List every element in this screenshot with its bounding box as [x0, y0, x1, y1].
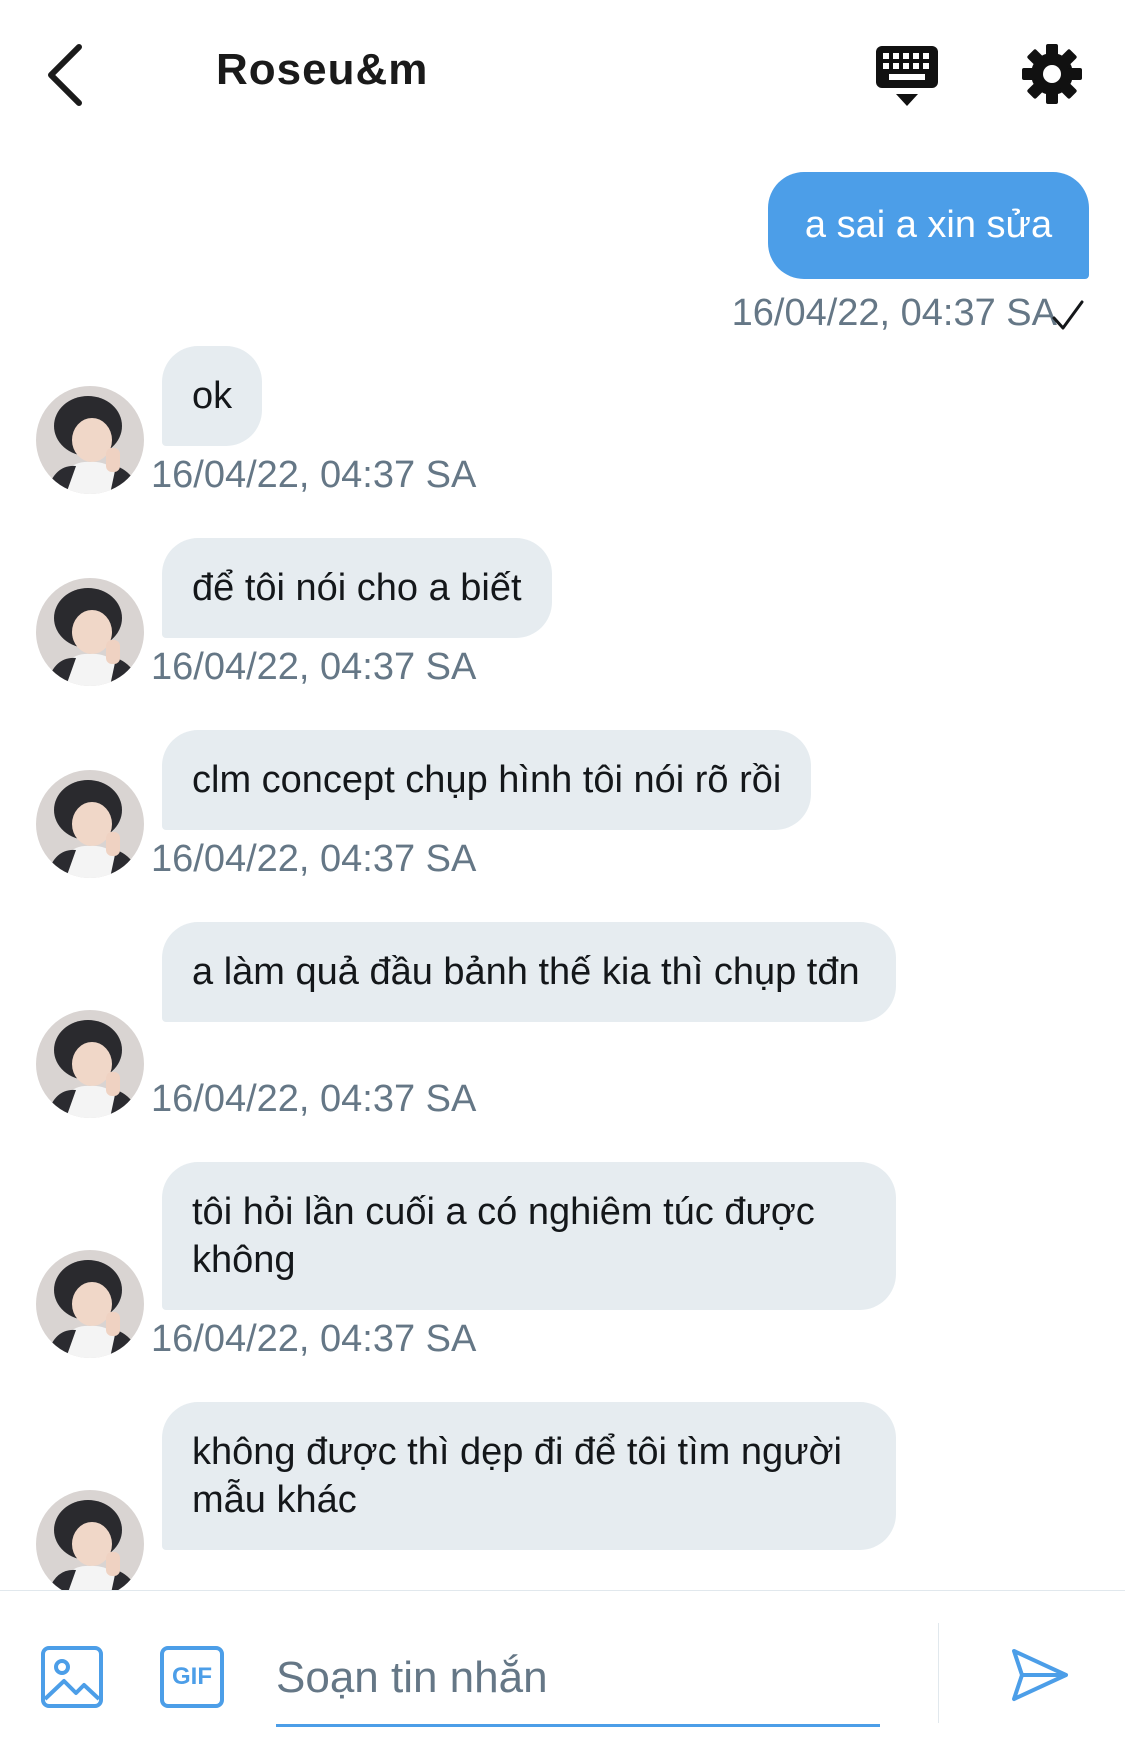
outgoing-message-bubble[interactable]: a sai a xin sửa [768, 172, 1089, 279]
incoming-message-bubble[interactable]: a làm quả đầu bảnh thế kia thì chụp tđn [162, 922, 896, 1022]
chevron-left-icon [48, 44, 82, 106]
image-icon [41, 1646, 103, 1708]
message-input[interactable] [276, 1631, 880, 1727]
composer-divider [938, 1623, 939, 1723]
avatar-photo [36, 1010, 144, 1118]
message-timestamp: 16/04/22, 04:37 SA [151, 646, 477, 688]
add-image-button[interactable] [40, 1645, 104, 1709]
back-button[interactable] [40, 40, 90, 110]
message-timestamp: 16/04/22, 04:37 SA [731, 292, 1057, 334]
message-text: không được thì dẹp đi để tôi tìm người m… [192, 1431, 842, 1521]
message-timestamp: 16/04/22, 04:37 SA [151, 454, 477, 496]
gear-icon [1022, 44, 1082, 104]
keyboard-icon [876, 46, 938, 106]
message-text: clm concept chụp hình tôi nói rõ rồi [192, 759, 782, 801]
avatar-photo [36, 1490, 144, 1590]
conversation-title: Roseu&m [216, 45, 429, 94]
settings-button[interactable] [1020, 42, 1084, 106]
avatar[interactable] [36, 1490, 144, 1590]
avatar-photo [36, 578, 144, 686]
gif-button[interactable]: GIF [160, 1646, 224, 1708]
incoming-message-bubble[interactable]: để tôi nói cho a biết [162, 538, 552, 638]
incoming-message-bubble[interactable]: tôi hỏi lần cuối a có nghiêm túc được kh… [162, 1162, 896, 1310]
avatar[interactable] [36, 578, 144, 686]
message-timestamp: 16/04/22, 04:37 SA [151, 1078, 477, 1120]
message-text: tôi hỏi lần cuối a có nghiêm túc được kh… [192, 1191, 815, 1281]
gif-label: GIF [172, 1663, 212, 1690]
avatar[interactable] [36, 1250, 144, 1358]
avatar[interactable] [36, 386, 144, 494]
message-text: để tôi nói cho a biết [192, 567, 522, 609]
keyboard-button[interactable] [874, 44, 940, 110]
avatar-photo [36, 386, 144, 494]
avatar[interactable] [36, 1010, 144, 1118]
message-timestamp: 16/04/22, 04:37 SA [151, 1318, 477, 1360]
message-text: a làm quả đầu bảnh thế kia thì chụp tđn [192, 951, 860, 993]
incoming-message-bubble[interactable]: không được thì dẹp đi để tôi tìm người m… [162, 1402, 896, 1550]
avatar[interactable] [36, 770, 144, 878]
message-text: ok [192, 375, 233, 417]
send-icon [1012, 1649, 1068, 1701]
send-button[interactable] [1010, 1645, 1070, 1705]
incoming-message-bubble[interactable]: ok [162, 346, 263, 446]
sent-check-icon [1052, 300, 1084, 330]
message-timestamp: 16/04/22, 04:37 SA [151, 838, 477, 880]
message-composer: GIF [0, 1590, 1125, 1755]
avatar-photo [36, 770, 144, 878]
message-text: a sai a xin sửa [804, 204, 1053, 246]
chat-header: Roseu&m [0, 0, 1125, 150]
message-list[interactable]: a sai a xin sửa 16/04/22, 04:37 SA ok 16… [0, 150, 1125, 1590]
incoming-message-bubble[interactable]: clm concept chụp hình tôi nói rõ rồi [162, 730, 812, 830]
avatar-photo [36, 1250, 144, 1358]
